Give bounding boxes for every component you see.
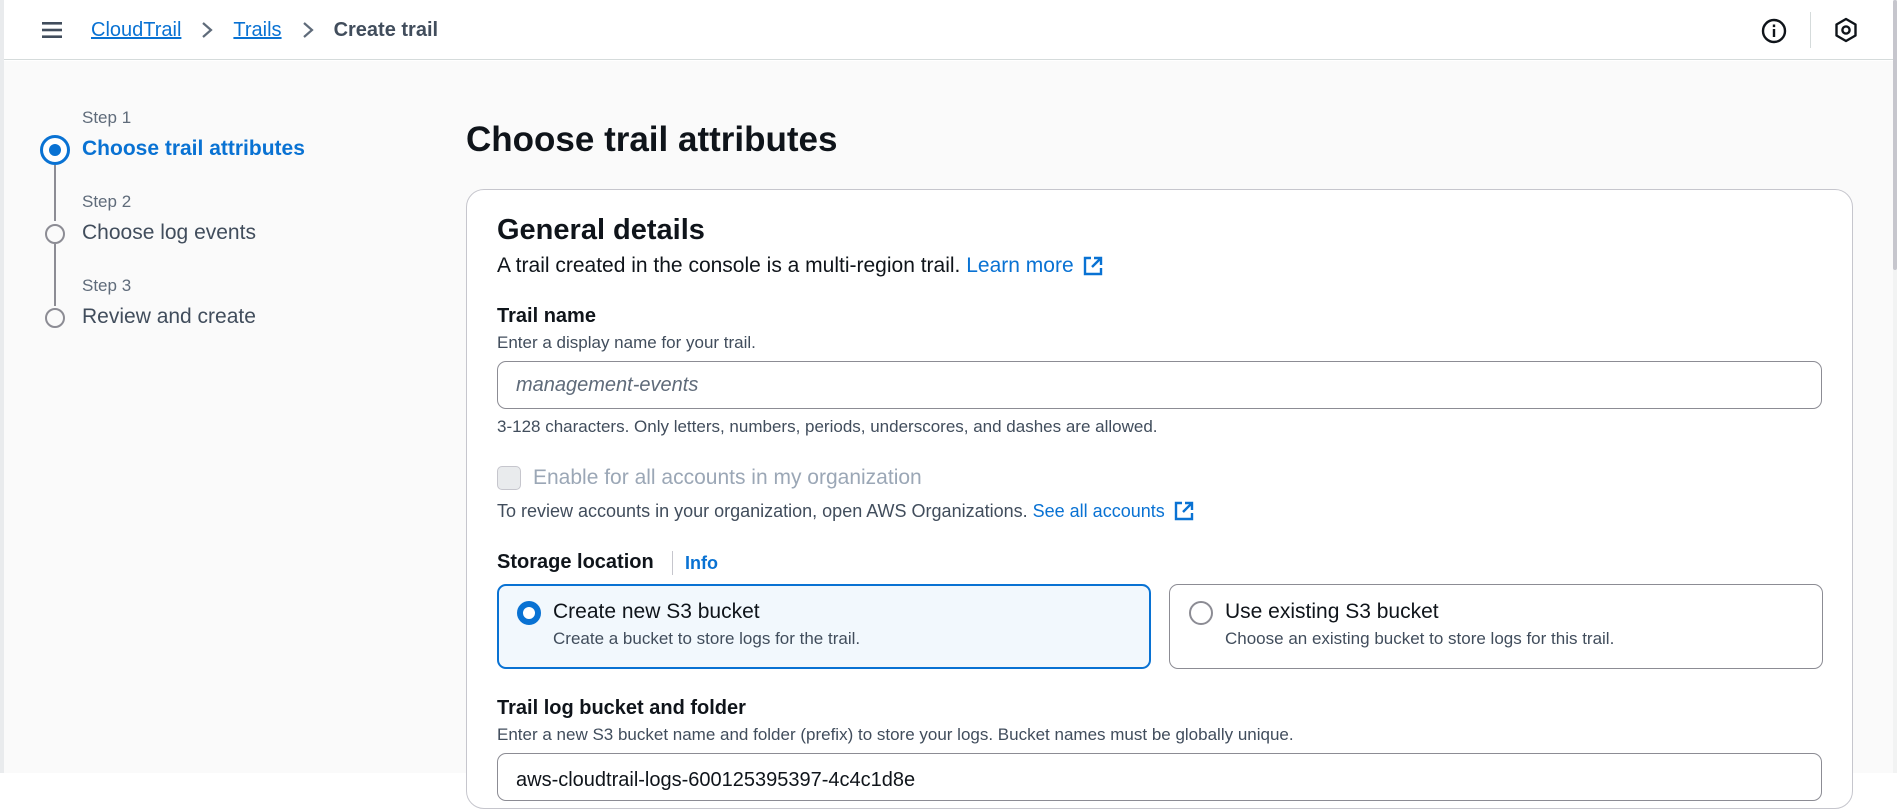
top-divider <box>1810 12 1811 48</box>
scrollbar-thumb[interactable] <box>1893 0 1897 270</box>
trail-name-constraint: 3-128 characters. Only letters, numbers,… <box>497 417 1158 436</box>
external-link-icon[interactable] <box>1082 255 1104 277</box>
step-connector <box>54 165 56 221</box>
trail-name-description: Enter a display name for your trail. <box>497 333 756 352</box>
general-description-text: A trail created in the console is a mult… <box>497 254 961 277</box>
hamburger-menu-icon[interactable] <box>40 18 64 42</box>
info-icon[interactable] <box>1761 18 1787 44</box>
breadcrumb: CloudTrail Trails Create trail <box>91 15 438 45</box>
top-navigation: CloudTrail Trails Create trail <box>4 0 1893 60</box>
breadcrumb-current: Create trail <box>333 18 439 41</box>
step-1-active-indicator <box>40 135 70 165</box>
step-3-indicator <box>45 308 65 328</box>
see-all-accounts-link[interactable]: See all accounts <box>1033 501 1165 522</box>
general-details-title: General details <box>497 214 705 246</box>
create-new-bucket-title: Create new S3 bucket <box>553 600 760 623</box>
use-existing-bucket-tile[interactable]: Use existing S3 bucket Choose an existin… <box>1169 584 1823 669</box>
create-new-bucket-radio[interactable] <box>517 601 541 625</box>
organization-checkbox[interactable] <box>497 466 521 490</box>
storage-divider <box>672 551 673 575</box>
organization-hint-text: To review accounts in your organization,… <box>497 500 1028 521</box>
step-2-label: Step 2 <box>82 192 132 211</box>
general-details-description: A trail created in the console is a mult… <box>497 254 1104 278</box>
learn-more-link[interactable]: Learn more <box>966 254 1073 278</box>
create-new-bucket-description: Create a bucket to store logs for the tr… <box>553 629 861 648</box>
storage-location-label: Storage location <box>497 551 654 573</box>
trail-name-label: Trail name <box>497 305 596 327</box>
use-existing-bucket-title: Use existing S3 bucket <box>1225 600 1439 623</box>
storage-info-link[interactable]: Info <box>685 553 718 574</box>
breadcrumb-cloudtrail-link[interactable]: CloudTrail <box>91 19 181 42</box>
step-2-title: Choose log events <box>82 221 256 244</box>
step-2-indicator <box>45 224 65 244</box>
chevron-right-icon <box>302 22 314 38</box>
chevron-right-icon <box>202 22 214 38</box>
organization-checkbox-label: Enable for all accounts in my organizati… <box>533 466 922 489</box>
page-title: Choose trail attributes <box>466 120 838 159</box>
use-existing-bucket-description: Choose an existing bucket to store logs … <box>1225 629 1615 648</box>
step-3-label: Step 3 <box>82 276 132 295</box>
step-1-title[interactable]: Choose trail attributes <box>82 137 305 161</box>
breadcrumb-trails-link[interactable]: Trails <box>233 19 281 42</box>
bucket-name-input[interactable] <box>497 753 1822 801</box>
hexagon-settings-icon[interactable] <box>1833 17 1859 43</box>
step-3-title: Review and create <box>82 305 256 328</box>
use-existing-bucket-radio[interactable] <box>1189 601 1213 625</box>
external-link-icon[interactable] <box>1173 500 1195 522</box>
organization-hint: To review accounts in your organization,… <box>497 500 1195 522</box>
create-new-bucket-tile[interactable]: Create new S3 bucket Create a bucket to … <box>497 584 1151 669</box>
step-connector <box>54 244 56 306</box>
trail-name-input[interactable] <box>497 361 1822 409</box>
bucket-folder-description: Enter a new S3 bucket name and folder (p… <box>497 725 1294 744</box>
step-1-label: Step 1 <box>82 108 132 127</box>
bucket-folder-label: Trail log bucket and folder <box>497 697 746 719</box>
